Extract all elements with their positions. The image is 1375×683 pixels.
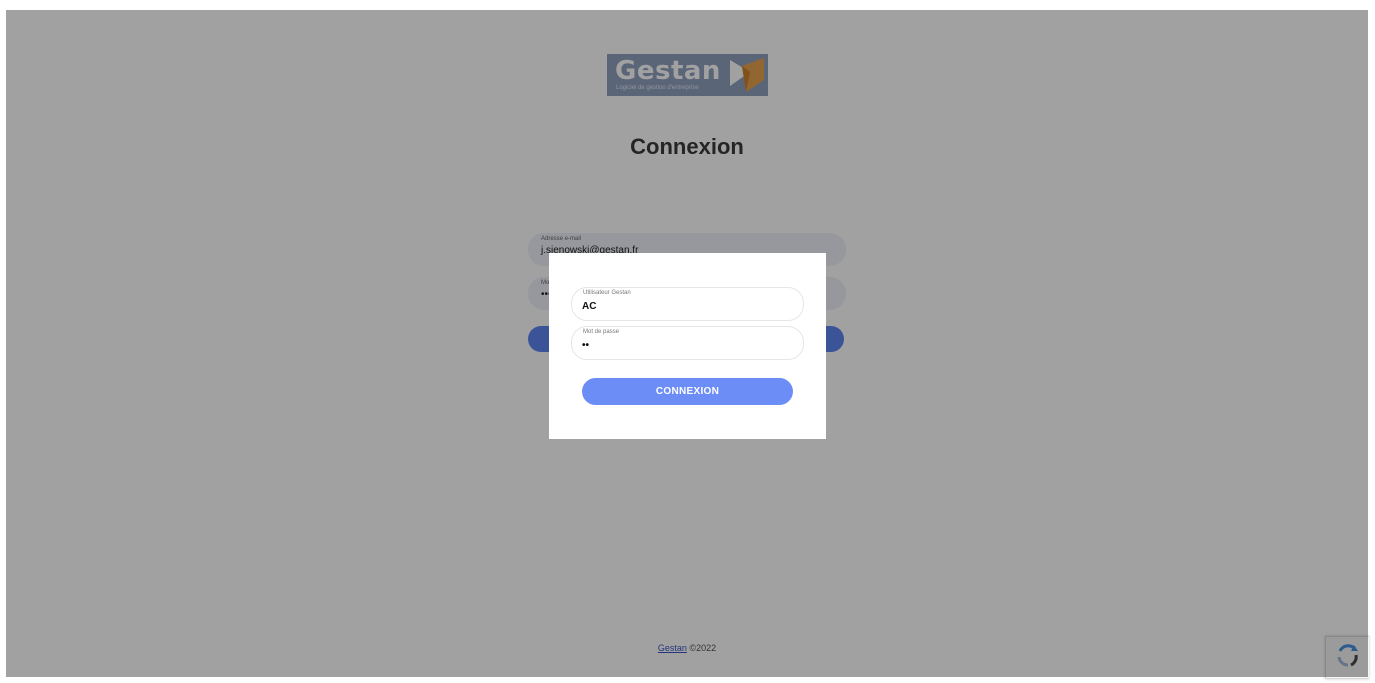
gestan-user-field[interactable]: Utilisateur Gestan: [571, 287, 804, 321]
connexion-button[interactable]: CONNEXION: [582, 378, 793, 405]
modal-password-input[interactable]: [582, 338, 792, 352]
gestan-user-input[interactable]: [582, 299, 792, 313]
gestan-user-label: Utilisateur Gestan: [583, 290, 631, 296]
login-modal: Utilisateur Gestan Mot de passe CONNEXIO…: [549, 253, 826, 439]
modal-password-field[interactable]: Mot de passe: [571, 326, 804, 360]
modal-password-label: Mot de passe: [583, 329, 620, 335]
